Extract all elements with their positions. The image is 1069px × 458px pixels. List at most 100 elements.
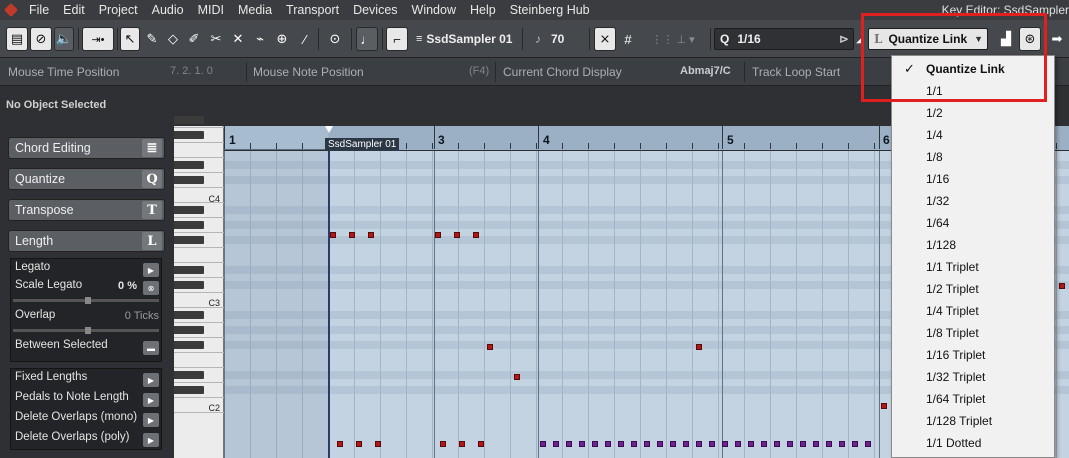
- black-key[interactable]: [174, 386, 204, 394]
- menu-help[interactable]: Help: [463, 0, 503, 20]
- delete-overlaps-mono-row[interactable]: Delete Overlaps (mono) ▶: [15, 411, 159, 429]
- quantize-preset-field[interactable]: Q 1/16 ⊳: [714, 28, 854, 50]
- midi-note[interactable]: [540, 441, 546, 447]
- midi-note[interactable]: [605, 441, 611, 447]
- black-key[interactable]: [174, 116, 204, 124]
- midi-note[interactable]: [787, 441, 793, 447]
- delete-overlaps-mono-apply-icon[interactable]: ▶: [143, 413, 159, 427]
- midi-note[interactable]: [774, 441, 780, 447]
- quantize-menu-item[interactable]: 1/4 Triplet: [892, 300, 1054, 322]
- section-length[interactable]: Length L: [8, 230, 165, 252]
- black-key[interactable]: [174, 221, 204, 229]
- object-selection-tool-icon[interactable]: ↖: [120, 27, 140, 51]
- midi-note[interactable]: [748, 441, 754, 447]
- drumstick-tool-icon[interactable]: ⊙: [324, 27, 346, 51]
- midi-note[interactable]: [473, 232, 479, 238]
- menu-midi[interactable]: MIDI: [191, 0, 231, 20]
- zoom-tool-icon[interactable]: ⊕: [273, 27, 291, 51]
- midi-note[interactable]: [435, 232, 441, 238]
- menu-audio[interactable]: Audio: [145, 0, 191, 20]
- midi-note[interactable]: [670, 441, 676, 447]
- pedals-apply-icon[interactable]: ▶: [143, 393, 159, 407]
- black-key[interactable]: [174, 326, 204, 334]
- delete-overlaps-poly-row[interactable]: Delete Overlaps (poly) ▶: [15, 431, 159, 449]
- black-key[interactable]: [174, 266, 204, 274]
- midi-note[interactable]: [644, 441, 650, 447]
- midi-note[interactable]: [735, 441, 741, 447]
- toggle-inspector-icon[interactable]: ▤: [6, 27, 28, 51]
- menu-media[interactable]: Media: [231, 0, 279, 20]
- menu-transport[interactable]: Transport: [279, 0, 346, 20]
- grid-icon[interactable]: #: [620, 27, 636, 51]
- line-tool-icon[interactable]: ∕: [296, 27, 314, 51]
- midi-note[interactable]: [368, 232, 374, 238]
- menu-devices[interactable]: Devices: [346, 0, 404, 20]
- independent-track-loop-icon[interactable]: ⌐: [386, 27, 408, 51]
- black-key[interactable]: [174, 206, 204, 214]
- black-key[interactable]: [174, 176, 204, 184]
- trim-tool-icon[interactable]: ✐: [185, 27, 203, 51]
- section-transpose[interactable]: Transpose T: [8, 199, 165, 221]
- instrument-field[interactable]: ≡ SsdSampler 01: [411, 28, 519, 50]
- delete-overlaps-poly-apply-icon[interactable]: ▶: [143, 433, 159, 447]
- midi-note[interactable]: [800, 441, 806, 447]
- midi-note[interactable]: [618, 441, 624, 447]
- quantize-menu-item[interactable]: 1/16 Triplet: [892, 344, 1054, 366]
- fixed-lengths-apply-icon[interactable]: ▶: [143, 373, 159, 387]
- quantize-menu-item[interactable]: 1/128: [892, 234, 1054, 256]
- midi-note[interactable]: [709, 441, 715, 447]
- midi-note[interactable]: [657, 441, 663, 447]
- midi-note[interactable]: [349, 232, 355, 238]
- quantize-menu-item[interactable]: 1/32: [892, 190, 1054, 212]
- scale-legato-link-icon[interactable]: ⊗: [143, 281, 159, 295]
- midi-note[interactable]: [514, 374, 520, 380]
- erase-tool-icon[interactable]: ◇: [164, 27, 182, 51]
- black-key[interactable]: [174, 161, 204, 169]
- midi-note[interactable]: [631, 441, 637, 447]
- snap-mode-icons[interactable]: ⋮⋮ ⊥ ▾: [640, 27, 706, 51]
- midi-note[interactable]: [330, 232, 336, 238]
- menu-project[interactable]: Project: [92, 0, 145, 20]
- midi-note[interactable]: [478, 441, 484, 447]
- menu-file[interactable]: File: [22, 0, 56, 20]
- auto-scroll-icon[interactable]: ♩: [356, 27, 378, 51]
- between-selected-toggle-icon[interactable]: ▬: [143, 341, 159, 355]
- black-key[interactable]: [174, 131, 204, 139]
- scale-legato-value[interactable]: 0 %: [118, 280, 137, 292]
- quantize-menu-item[interactable]: 1/2: [892, 102, 1054, 124]
- draw-tool-icon[interactable]: ✎: [143, 27, 161, 51]
- midi-note[interactable]: [839, 441, 845, 447]
- quantize-menu-item[interactable]: 1/1 Triplet: [892, 256, 1054, 278]
- midi-note[interactable]: [566, 441, 572, 447]
- insert-velocity-field[interactable]: ♪ 70: [530, 28, 586, 50]
- scale-legato-row[interactable]: Scale Legato 0 % ⊗: [15, 279, 159, 297]
- black-key[interactable]: [174, 311, 204, 319]
- split-tool-icon[interactable]: ✂: [207, 27, 225, 51]
- midi-note[interactable]: [592, 441, 598, 447]
- midi-note[interactable]: [487, 344, 493, 350]
- scale-legato-slider[interactable]: [13, 297, 159, 304]
- quantize-menu-item[interactable]: 1/16: [892, 168, 1054, 190]
- black-key[interactable]: [174, 281, 204, 289]
- black-key[interactable]: [174, 341, 204, 349]
- midi-note[interactable]: [459, 441, 465, 447]
- midi-note[interactable]: [375, 441, 381, 447]
- black-key[interactable]: [174, 371, 204, 379]
- step-input-icon[interactable]: ➡: [1045, 27, 1069, 51]
- menu-steinberg-hub[interactable]: Steinberg Hub: [503, 0, 597, 20]
- midi-note[interactable]: [813, 441, 819, 447]
- midi-note[interactable]: [683, 441, 689, 447]
- piano-keyboard[interactable]: C4 C3 C2: [174, 116, 224, 458]
- midi-note[interactable]: [852, 441, 858, 447]
- midi-note[interactable]: [454, 232, 460, 238]
- midi-note[interactable]: [356, 441, 362, 447]
- midi-note[interactable]: [696, 344, 702, 350]
- quantize-menu-item[interactable]: 1/128 Triplet: [892, 410, 1054, 432]
- menu-window[interactable]: Window: [405, 0, 463, 20]
- section-chord-editing[interactable]: Chord Editing ≣: [8, 137, 165, 159]
- snap-toggle-icon[interactable]: ⨯: [594, 27, 616, 51]
- quantize-menu-item[interactable]: 1/64 Triplet: [892, 388, 1054, 410]
- quantize-menu-item[interactable]: 1/8: [892, 146, 1054, 168]
- overlap-row[interactable]: Overlap 0 Ticks: [15, 309, 159, 327]
- quantize-menu-item[interactable]: 1/2 Triplet: [892, 278, 1054, 300]
